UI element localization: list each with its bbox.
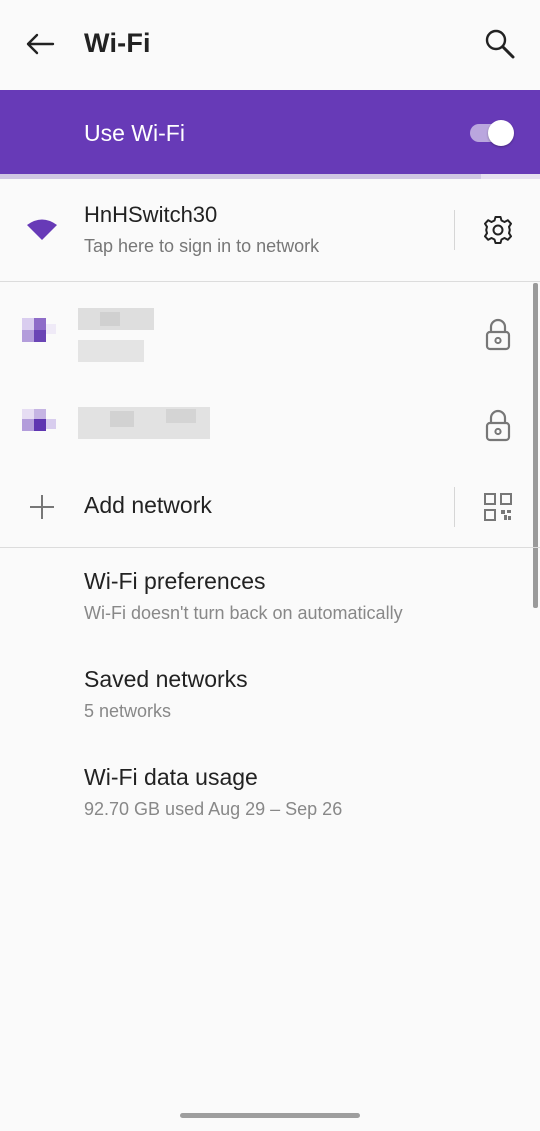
divider [454, 210, 455, 250]
plus-icon [30, 495, 54, 519]
network-row[interactable] [0, 290, 540, 370]
pref-title: Wi-Fi data usage [84, 764, 258, 790]
use-wifi-switch-bar[interactable]: Use Wi-Fi [0, 90, 540, 174]
connected-network-name: HnHSwitch30 [84, 202, 218, 227]
gesture-nav-handle[interactable] [180, 1113, 360, 1118]
use-wifi-label: Use Wi-Fi [84, 120, 185, 146]
top-app-bar: Wi-Fi [0, 0, 540, 90]
toggle-thumb [488, 120, 514, 146]
divider [454, 487, 455, 527]
page-title: Wi-Fi [84, 28, 151, 58]
network-settings-button[interactable] [480, 212, 516, 248]
connected-network-status: Tap here to sign in to network [84, 236, 320, 256]
lock-icon [485, 318, 511, 351]
scan-progress-fill [0, 174, 481, 179]
wifi-preferences-item[interactable]: Wi-Fi preferences Wi-Fi doesn't turn bac… [84, 568, 403, 624]
search-icon [485, 29, 515, 59]
pref-subtitle: 92.70 GB used Aug 29 – Sep 26 [84, 799, 343, 819]
saved-networks-item[interactable]: Saved networks 5 networks [84, 666, 248, 722]
section-divider [0, 547, 540, 548]
back-button[interactable] [18, 24, 62, 64]
wifi-signal-icon [27, 219, 57, 240]
scan-progress-bar [0, 174, 540, 179]
network-row[interactable] [0, 385, 540, 465]
lock-icon [485, 409, 511, 442]
wifi-data-usage-item[interactable]: Wi-Fi data usage 92.70 GB used Aug 29 – … [84, 764, 342, 820]
pref-title: Saved networks [84, 666, 248, 692]
search-button[interactable] [478, 24, 522, 64]
qr-code-icon[interactable] [483, 492, 513, 522]
connected-network-row[interactable] [0, 180, 540, 280]
add-network-row[interactable] [0, 468, 540, 546]
gear-icon [484, 216, 512, 244]
add-network-label: Add network [84, 492, 212, 518]
section-divider [0, 281, 540, 282]
back-arrow-icon [26, 33, 55, 55]
pref-subtitle: Wi-Fi doesn't turn back on automatically [84, 603, 403, 623]
use-wifi-toggle[interactable] [470, 120, 516, 146]
pref-subtitle: 5 networks [84, 701, 172, 721]
pref-title: Wi-Fi preferences [84, 568, 266, 594]
